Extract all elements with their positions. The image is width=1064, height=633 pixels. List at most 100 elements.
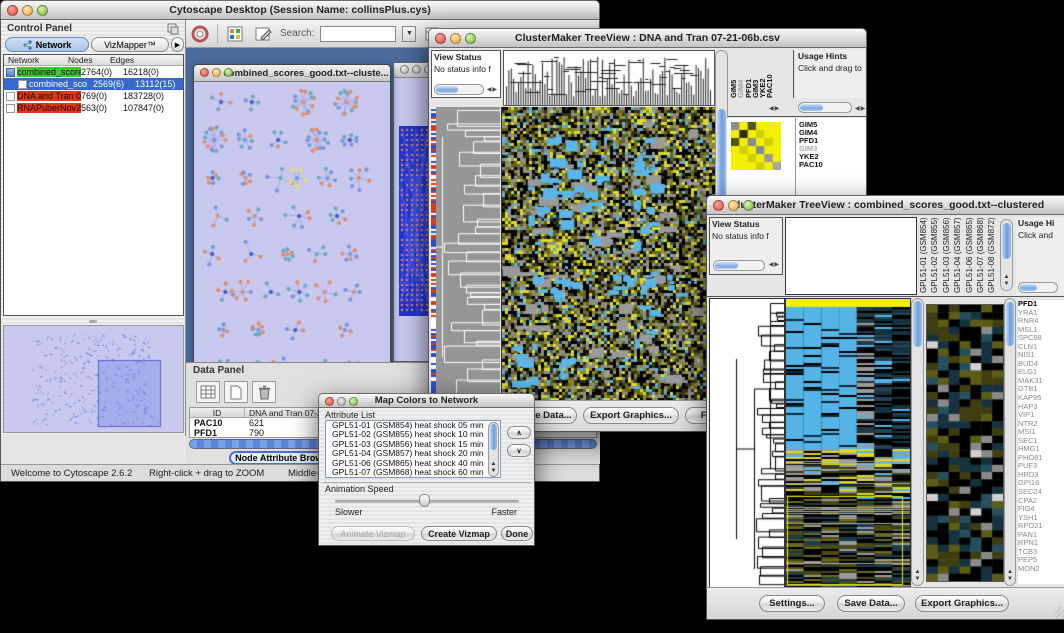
close-icon[interactable]	[325, 397, 334, 406]
network-view-titlebar[interactable]: combined_scores_good.txt--cluste...	[194, 65, 390, 82]
column-label[interactable]: GIM4	[736, 54, 743, 98]
tv1-column-dendrogram-canvas[interactable]	[503, 50, 715, 106]
attribute-list-vscrollbar[interactable]: ▲▼	[488, 422, 499, 477]
column-label[interactable]: PAC10	[765, 54, 772, 98]
settings-button[interactable]: Settings...	[759, 595, 825, 612]
tv2-hints-scrollbar[interactable]	[1018, 282, 1058, 293]
tab-network[interactable]: Network	[5, 37, 89, 52]
create-vizmap-button[interactable]: Create Vizmap	[421, 526, 497, 541]
close-icon[interactable]	[400, 65, 409, 74]
tv1-row-dendrogram-canvas[interactable]	[436, 107, 500, 400]
new-attribute-icon[interactable]	[224, 381, 248, 403]
tab-overflow-arrow[interactable]: ▶	[171, 37, 184, 52]
treeview2-titlebar[interactable]: ClusterMaker TreeView : combined_scores_…	[706, 195, 1064, 215]
close-icon[interactable]	[200, 68, 209, 77]
minimize-icon[interactable]	[22, 5, 33, 16]
column-label[interactable]: GPL51-03 (GSM856)	[942, 217, 953, 293]
save-data-button[interactable]: Save Data...	[837, 595, 905, 612]
annotation-icon[interactable]	[252, 23, 274, 45]
delete-attribute-icon[interactable]	[252, 381, 276, 403]
tv2-usage-hints-panel: Usage Hi Click and	[1016, 217, 1064, 295]
close-icon[interactable]	[713, 200, 724, 211]
row-label[interactable]: PAC10	[799, 161, 859, 169]
close-icon[interactable]	[435, 33, 446, 44]
column-label[interactable]: GPL51-07 (GSM868)	[976, 217, 987, 293]
network-view-window[interactable]: combined_scores_good.txt--cluste...	[193, 64, 391, 362]
scroll-arrows-icon[interactable]: ◀▶	[769, 105, 780, 112]
column-label[interactable]: GPL51-02 (GSM855)	[930, 217, 941, 293]
scroll-arrows-icon[interactable]: ◀▶	[487, 86, 498, 93]
usage-hints-text: Click and drag to	[796, 62, 865, 74]
network-canvas[interactable]	[194, 82, 390, 362]
tv1-heatmap-canvas[interactable]	[501, 107, 715, 400]
export-graphics-button[interactable]: Export Graphics...	[915, 595, 1009, 612]
move-down-button[interactable]: ∨	[507, 444, 531, 457]
attribute-item[interactable]: GPL51-07 (GSM868) heat shock 60 min	[329, 468, 500, 477]
tv2-heatmap-canvas[interactable]	[785, 298, 911, 588]
scroll-arrows-icon[interactable]: ◀▶	[855, 105, 866, 112]
tab-vizmapper[interactable]: VizMapper™	[91, 37, 169, 52]
tv1-status-scrollbar[interactable]	[434, 84, 484, 95]
splitter-handle[interactable]	[89, 320, 97, 323]
zoom-window-icon[interactable]	[224, 68, 233, 77]
zoom-window-icon[interactable]	[743, 200, 754, 211]
data-panel-title: Data Panel	[193, 365, 244, 376]
tv1-hints-scrollbar[interactable]	[798, 102, 852, 113]
zoom-window-icon[interactable]	[465, 33, 476, 44]
tv2-row-dendrogram-canvas[interactable]	[709, 298, 785, 588]
tv2-detail-heatmap-canvas[interactable]	[926, 304, 1004, 582]
column-label[interactable]: PFD1	[744, 54, 751, 98]
tv2-genelist-vscrollbar[interactable]: ▲▼	[1004, 298, 1016, 586]
tv2-heatmap-vscrollbar[interactable]: ▲▼	[911, 298, 924, 586]
table-icon[interactable]	[196, 381, 220, 403]
treeview1-titlebar[interactable]: ClusterMaker TreeView : DNA and Tran 07-…	[428, 28, 867, 48]
control-panel: Control Panel Network VizMapper™ ▶ Netwo…	[1, 20, 186, 436]
column-label[interactable]: GPL51-01 (GSM854)	[919, 217, 930, 293]
tv2-column-dendrogram-area[interactable]	[785, 217, 917, 295]
zoom-window-icon[interactable]	[37, 5, 48, 16]
tv2-status-scrollbar[interactable]	[713, 260, 765, 271]
network-tree-row[interactable]: combined_scores 2764(0) 16218(0)	[4, 66, 183, 78]
network-item-icon	[6, 104, 15, 113]
move-up-button[interactable]: ∧	[507, 426, 531, 439]
column-label[interactable]: GPL51-04 (GSM857)	[953, 217, 964, 293]
minimize-icon[interactable]	[450, 33, 461, 44]
column-label[interactable]: GPL51-06 (GSM865)	[965, 217, 976, 293]
minimize-icon[interactable]	[412, 65, 421, 74]
network-tree-row[interactable]: RNAPuberNov2+ 563(0) 107847(0)	[4, 102, 183, 114]
gene-label[interactable]: MON2	[1018, 565, 1064, 574]
network-tree-row[interactable]: DNA and Tran 07 769(0) 183728(0)	[4, 90, 183, 102]
attribute-items: GPL51-01 (GSM854) heat shock 05 minGPL51…	[326, 421, 500, 477]
column-id[interactable]: ID	[190, 408, 245, 417]
minimize-icon[interactable]	[728, 200, 739, 211]
treeview2-body: View Status No status info f ◀▶ GPL51-01…	[706, 215, 1064, 620]
network-overview-canvas[interactable]	[4, 326, 183, 432]
tv1-row-labels: GIM5GIM4PFD1GIM3YKE2PAC10	[799, 121, 859, 181]
help-lifering-icon[interactable]	[189, 23, 211, 45]
export-graphics-button[interactable]: Export Graphics...	[583, 407, 679, 424]
faster-label: Faster	[491, 507, 517, 517]
done-button[interactable]: Done	[501, 526, 533, 541]
network-tree-row[interactable]: combined_sco 2569(6) 13112(15)	[4, 78, 183, 90]
search-dropdown-icon[interactable]: ▼	[402, 26, 416, 42]
search-input[interactable]	[320, 26, 396, 42]
cytoscape-title: Cytoscape Desktop (Session Name: collins…	[169, 4, 430, 16]
usage-hints-text: Click and	[1016, 229, 1064, 241]
column-label[interactable]: GPL51-08 (GSM872)	[987, 217, 998, 293]
tv1-detail-matrix-canvas[interactable]	[731, 122, 781, 170]
minimize-icon[interactable]	[212, 68, 221, 77]
dialog-titlebar[interactable]: Map Colors to Network	[318, 393, 535, 408]
view-status-title: View Status	[432, 51, 500, 63]
tv2-gene-list: PFD1YRA1RNR4MSL1SPC98CLN1NIS1BUD4ELG1MAK…	[1018, 300, 1064, 584]
network-tree-header: Network Nodes Edges	[4, 55, 183, 66]
cytoscape-titlebar[interactable]: Cytoscape Desktop (Session Name: collins…	[0, 0, 600, 20]
resize-grip[interactable]	[1055, 607, 1064, 618]
close-icon[interactable]	[7, 5, 18, 16]
status-hint-zoom: Right-click + drag to ZOOM	[149, 468, 264, 479]
scroll-arrows-icon[interactable]: ◀▶	[769, 261, 780, 268]
zoom-window-icon[interactable]	[349, 397, 358, 406]
vizmapper-icon[interactable]	[224, 23, 246, 45]
speed-slider-thumb[interactable]	[419, 494, 430, 507]
tv2-labels-vscrollbar[interactable]: ▲▼	[1000, 219, 1013, 291]
attribute-listbox[interactable]: GPL51-01 (GSM854) heat shock 05 minGPL51…	[325, 420, 501, 478]
